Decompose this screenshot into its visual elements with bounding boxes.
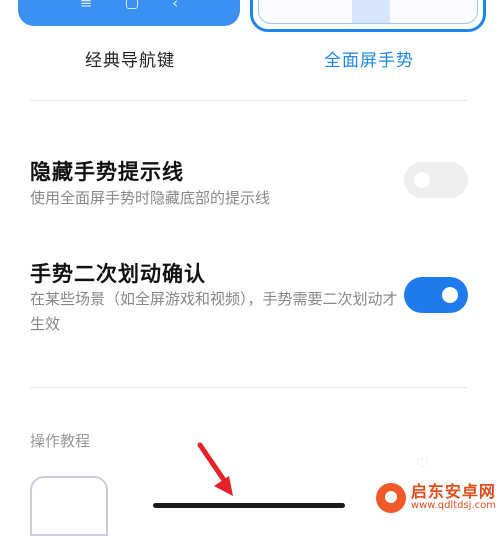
gesture-nav-label[interactable]: 全面屏手势 bbox=[289, 46, 449, 71]
square-icon bbox=[126, 0, 139, 9]
back-icon: ‹ bbox=[172, 0, 179, 12]
classic-nav-label[interactable]: 经典导航键 bbox=[50, 46, 210, 71]
tutorial-icon: ♡ bbox=[416, 456, 429, 472]
gesture-confirm-title: 手势二次划动确认 bbox=[30, 262, 206, 286]
gesture-strip bbox=[352, 0, 390, 23]
divider bbox=[30, 387, 468, 388]
tutorial-header: 操作教程 bbox=[30, 432, 91, 450]
hide-gesture-line-description: 使用全面屏手势时隐藏底部的提示线 bbox=[30, 189, 271, 207]
watermark-url: www.qdltdsj.com bbox=[410, 500, 496, 512]
watermark-name: 启东安卓网 bbox=[410, 482, 496, 502]
classic-nav-card[interactable]: ≡ ‹ bbox=[18, 0, 240, 26]
toggle-knob bbox=[414, 172, 430, 188]
watermark: 启东安卓网 www.qdltdsj.com bbox=[375, 482, 496, 513]
divider bbox=[30, 100, 468, 101]
watermark-logo-icon bbox=[375, 483, 406, 513]
gesture-confirm-toggle[interactable] bbox=[404, 277, 468, 313]
home-indicator[interactable] bbox=[153, 503, 345, 508]
hide-gesture-line-title: 隐藏手势提示线 bbox=[30, 160, 184, 184]
gesture-confirm-description: 在某些场景（如全屏游戏和视频），手势需要二次划动才生效 bbox=[30, 290, 398, 333]
hide-gesture-line-toggle[interactable] bbox=[404, 162, 468, 198]
gesture-nav-card[interactable] bbox=[250, 0, 486, 32]
gesture-preview bbox=[258, 0, 478, 24]
menu-icon: ≡ bbox=[79, 0, 93, 12]
tutorial-thumbnail[interactable] bbox=[30, 476, 108, 536]
toggle-knob bbox=[442, 287, 458, 303]
